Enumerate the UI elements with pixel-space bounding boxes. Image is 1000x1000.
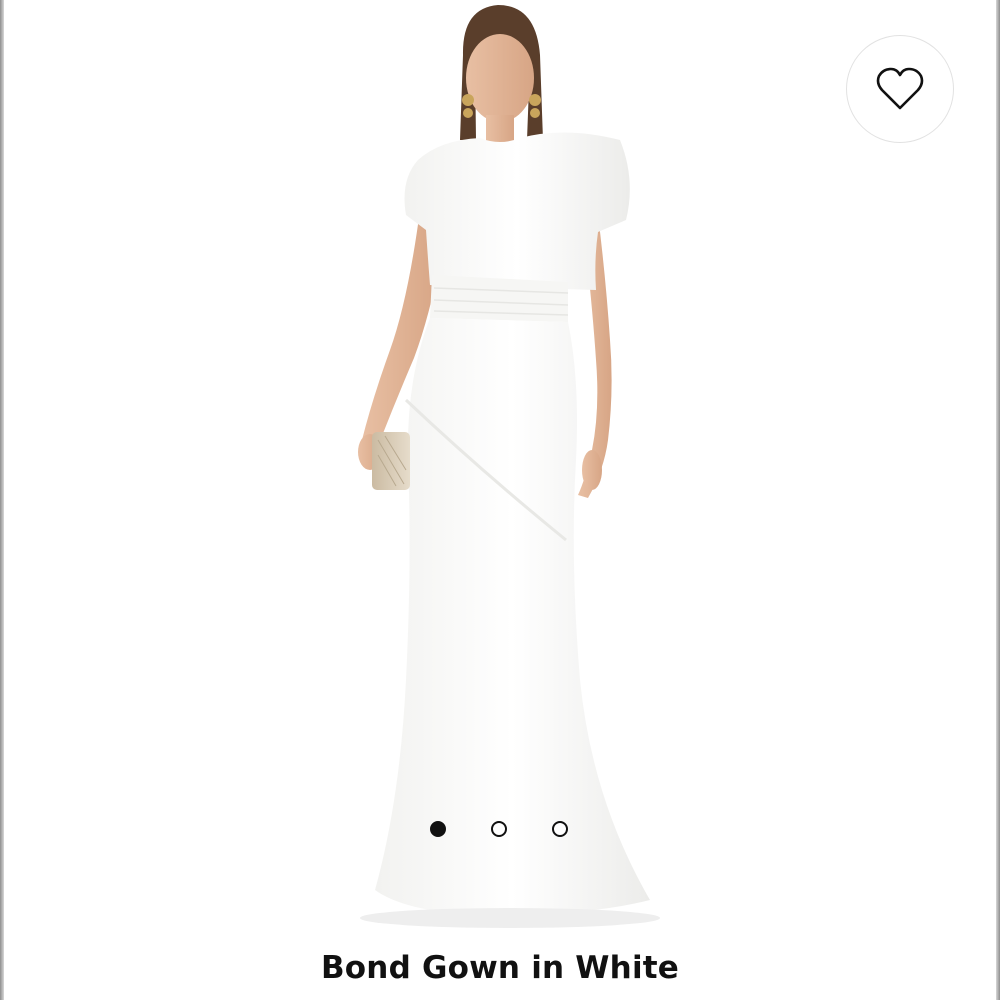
carousel-dot-3[interactable] [552,821,568,837]
product-page: Bond Gown in White [0,0,1000,1000]
heart-outline-icon [876,67,924,110]
right-edge [996,0,1000,1000]
carousel-dot-1[interactable] [430,821,446,837]
favorite-button[interactable] [846,35,954,143]
carousel-dot-2[interactable] [491,821,507,837]
left-edge [0,0,4,1000]
product-image[interactable] [330,0,670,935]
product-title: Bond Gown in White [320,950,680,986]
carousel-pagination [428,821,574,843]
